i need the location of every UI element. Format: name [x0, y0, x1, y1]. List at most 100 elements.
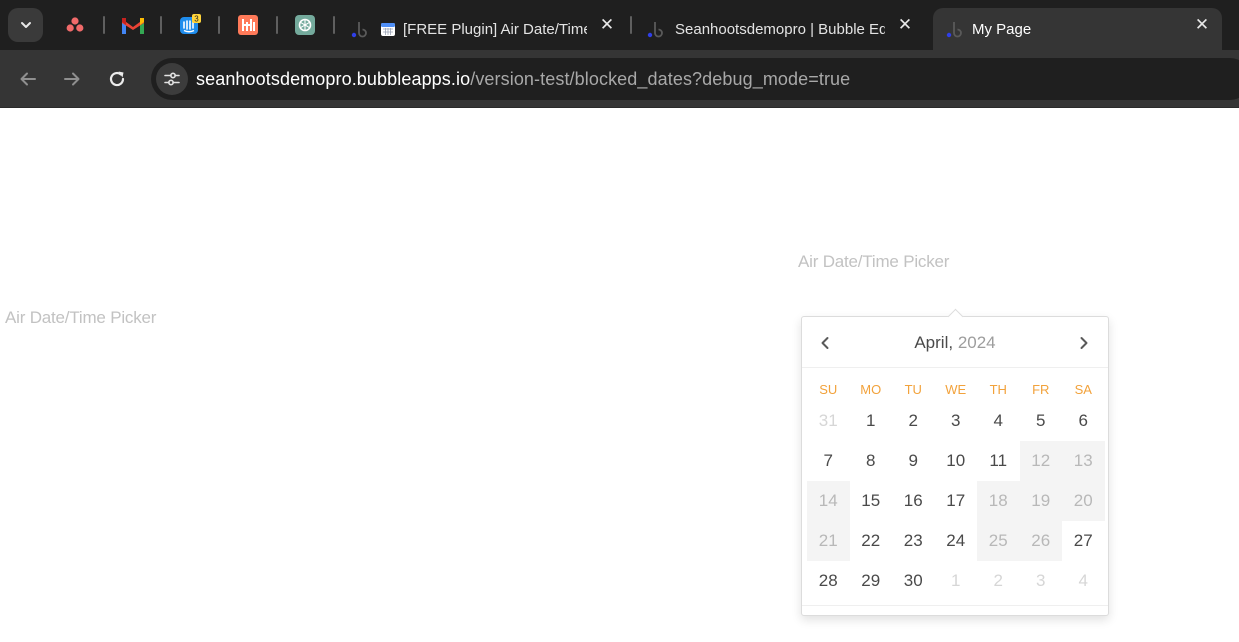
url-text[interactable]: seanhootsdemopro.bubbleapps.io/version-t…	[196, 69, 850, 90]
tab-search-button[interactable]	[8, 8, 43, 42]
date-picker-popup: April, 2024 SU MO TU WE TH FR SA 31 1 2 3 4 5…	[801, 308, 1109, 616]
pinned-tab-gmail[interactable]	[121, 13, 145, 37]
pinned-tab-asana[interactable]	[63, 13, 87, 37]
day-cell-blocked: 13	[1062, 441, 1105, 481]
day-cell[interactable]: 22	[850, 521, 893, 561]
tab-title: [FREE Plugin] Air Date/Time	[403, 20, 587, 38]
day-cell[interactable]: 5	[1020, 401, 1063, 441]
day-cell[interactable]: 6	[1062, 401, 1105, 441]
address-bar[interactable]: seanhootsdemopro.bubbleapps.io/version-t…	[151, 58, 1239, 100]
day-cell[interactable]: 23	[892, 521, 935, 561]
weekday-label: SU	[819, 382, 838, 397]
weekday-label: SA	[1074, 382, 1092, 397]
back-button[interactable]	[11, 62, 45, 96]
bubble-icon	[351, 22, 367, 38]
day-cell[interactable]: 30	[892, 561, 935, 601]
url-path: /version-test/blocked_dates?debug_mode=t…	[470, 69, 851, 89]
day-cell-blocked: 19	[1019, 481, 1062, 521]
day-cell[interactable]: 1	[850, 401, 893, 441]
bubble-icon	[946, 22, 962, 38]
weekday-label: WE	[945, 382, 967, 397]
reload-button[interactable]	[100, 62, 134, 96]
day-cell-blocked: 25	[977, 521, 1020, 561]
day-cell[interactable]: 8	[850, 441, 893, 481]
intercom-icon: 3	[180, 14, 201, 34]
weekday-label: TH	[989, 382, 1007, 397]
tab-separator	[218, 16, 220, 34]
forward-button[interactable]	[55, 62, 89, 96]
day-cell-other-month[interactable]: 2	[977, 561, 1020, 601]
month-label: April,	[914, 333, 954, 352]
calendar-icon	[381, 23, 395, 36]
day-cell-other-month[interactable]: 31	[807, 401, 850, 441]
right-date-picker-input[interactable]: Air Date/Time Picker	[798, 252, 949, 272]
tab-separator	[103, 16, 105, 34]
site-info-button[interactable]	[156, 63, 188, 95]
day-cell[interactable]: 3	[935, 401, 978, 441]
day-cell-blocked: 20	[1062, 481, 1105, 521]
left-date-picker-input[interactable]: Air Date/Time Picker	[5, 308, 156, 328]
browser-toolbar: seanhootsdemopro.bubbleapps.io/version-t…	[0, 50, 1239, 108]
month-year-title[interactable]: April, 2024	[802, 333, 1108, 353]
chevron-down-icon	[20, 22, 31, 28]
tune-icon	[164, 72, 180, 86]
year-label: 2024	[957, 333, 996, 352]
day-cell-blocked: 26	[1019, 521, 1062, 561]
day-cell[interactable]: 10	[935, 441, 978, 481]
day-cell[interactable]: 2	[892, 401, 935, 441]
intercom-badge: 3	[194, 15, 199, 24]
weekday-label: MO	[860, 382, 882, 397]
day-cell[interactable]: 15	[850, 481, 893, 521]
arrow-left-icon	[20, 72, 36, 86]
hubspot-icon	[238, 15, 258, 35]
browser-tab-bar: 3 [FREE Plugin] Air Date/Time ✕ Seanhoot…	[0, 0, 1239, 50]
day-cell-other-month[interactable]: 3	[1020, 561, 1063, 601]
day-cell[interactable]: 29	[850, 561, 893, 601]
day-cell-other-month[interactable]: 1	[935, 561, 978, 601]
tab-title: My Page	[972, 20, 1032, 38]
url-host: seanhootsdemopro.bubbleapps.io	[196, 69, 471, 89]
day-cell[interactable]: 27	[1062, 521, 1105, 561]
day-cell[interactable]: 28	[807, 561, 850, 601]
weekday-label: TU	[904, 382, 922, 397]
day-cell-blocked: 21	[807, 521, 850, 561]
weekday-header-row: SU MO TU WE TH FR SA	[807, 382, 1105, 398]
page-content: Air Date/Time Picker Air Date/Time Picke…	[0, 108, 1239, 642]
day-cell-blocked: 12	[1019, 441, 1062, 481]
asana-icon	[66, 17, 84, 32]
day-cell-other-month[interactable]: 4	[1062, 561, 1105, 601]
next-month-button[interactable]	[1071, 330, 1097, 356]
tab-separator	[630, 16, 632, 34]
day-cell[interactable]: 24	[935, 521, 978, 561]
tab-separator	[276, 16, 278, 34]
gmail-icon	[122, 17, 144, 34]
day-grid: 31 1 2 3 4 5 6 7 8 9 10 11 12 13 14 15 16 17 18 19 20 21 22 23 2…	[807, 401, 1105, 601]
chevron-right-icon	[1080, 337, 1088, 349]
tab-title: Seanhootsdemopro | Bubble Ed	[675, 20, 885, 38]
day-cell[interactable]: 4	[977, 401, 1020, 441]
pinned-tab-hubspot[interactable]	[236, 13, 260, 37]
pinned-tab-chatgpt[interactable]	[293, 13, 317, 37]
close-tab-button[interactable]: ✕	[598, 16, 616, 34]
close-tab-button[interactable]: ✕	[1193, 16, 1211, 34]
tab-bubble-editor[interactable]: Seanhootsdemopro | Bubble Ed ✕	[640, 8, 925, 50]
date-picker-header: April, 2024	[802, 317, 1108, 368]
day-cell[interactable]: 16	[892, 481, 935, 521]
pinned-tab-intercom[interactable]: 3	[178, 13, 202, 37]
chatgpt-icon	[295, 15, 315, 35]
day-cell-blocked: 18	[977, 481, 1020, 521]
tab-separator	[333, 16, 335, 34]
day-cell[interactable]: 7	[807, 441, 850, 481]
day-cell[interactable]: 9	[892, 441, 935, 481]
tab-my-page[interactable]: My Page ✕	[933, 8, 1222, 50]
tab-separator	[160, 16, 162, 34]
day-cell[interactable]: 17	[935, 481, 978, 521]
day-cell[interactable]: 11	[977, 441, 1020, 481]
weekday-label: FR	[1032, 382, 1050, 397]
tab-free-plugin[interactable]: [FREE Plugin] Air Date/Time ✕	[346, 8, 626, 50]
close-tab-button[interactable]: ✕	[896, 16, 914, 34]
reload-icon	[109, 71, 125, 87]
day-cell-blocked: 14	[807, 481, 850, 521]
date-picker-divider	[802, 605, 1108, 606]
bubble-icon	[647, 22, 663, 38]
